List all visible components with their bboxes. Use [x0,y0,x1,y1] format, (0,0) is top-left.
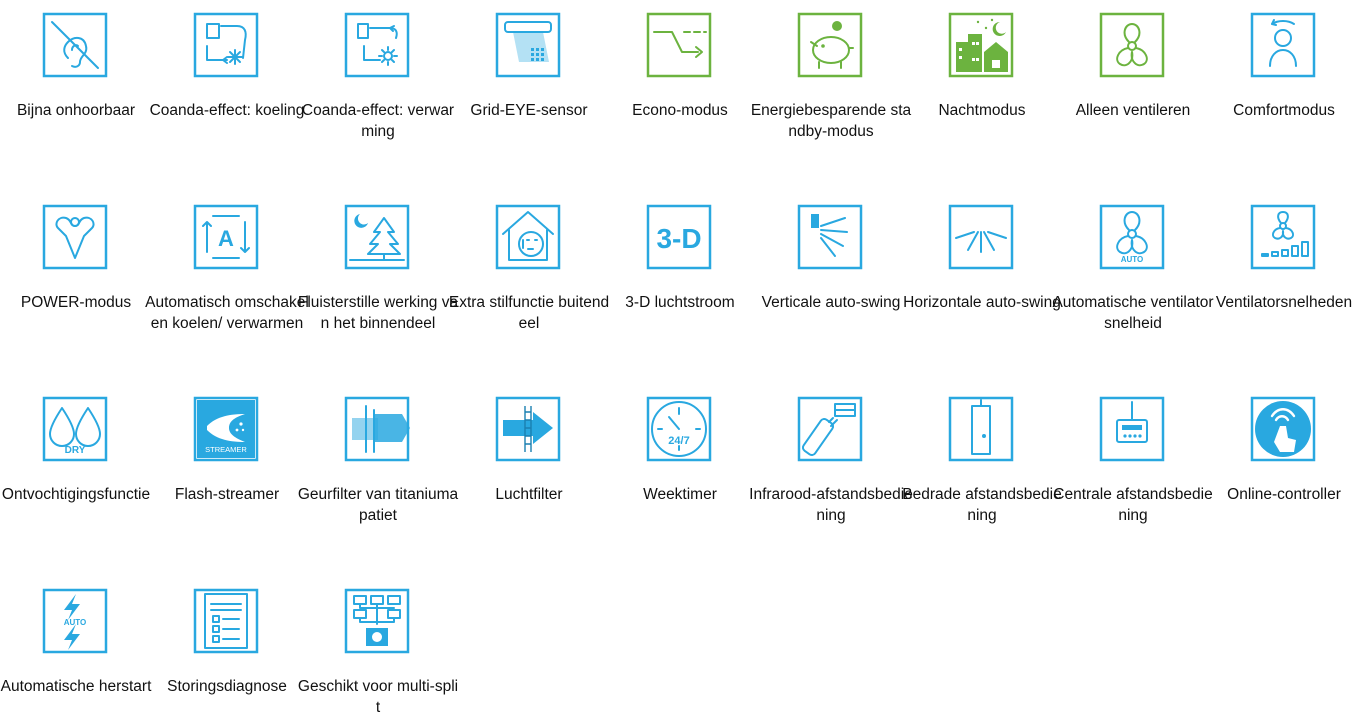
feature-label: Econo-modus [632,102,728,119]
feature-label: Online-controller [1227,486,1341,503]
coanda-heating-icon [344,12,410,78]
wired-remote-icon [948,396,1014,462]
feature-label: Ventilatorsnelheden [1215,294,1353,311]
3d-airflow-icon: 3-D [646,204,712,270]
feature-label: POWER-modus [20,294,132,311]
changeover-badge: A [218,226,234,251]
feature-label: Comfortmodus [1233,102,1335,119]
quiet-house-icon [495,204,561,270]
coanda-cooling-icon [193,12,259,78]
auto-badge: AUTO [64,618,87,627]
streamer-badge: STREAMER [205,445,247,454]
feature-label: Automatisch omschakelen koelen/ verwarme… [145,294,309,332]
feature-label: Storingsdiagnose [167,678,287,695]
night-city-icon [948,12,1014,78]
horizontal-swing-icon [948,204,1014,270]
clock-badge: 24/7 [668,435,689,447]
feature-label: Luchtfilter [495,486,563,503]
diagnosis-list-icon [193,588,259,654]
feature-label: Nachtmodus [938,102,1026,119]
feature-label: Alleen ventileren [1075,102,1191,119]
streamer-icon: STREAMER [193,396,259,462]
feature-label: Geschikt voor multi-split [297,678,459,715]
feature-label: Automatische herstart [0,678,152,695]
dry-drops-icon: DRY [42,396,108,462]
feature-label: Extra stilfunctie buitendeel [448,294,610,332]
quiet-tree-icon [344,204,410,270]
fan-speeds-icon [1250,204,1316,270]
feature-label: Flash-streamer [174,486,280,503]
feature-icon-grid: Bijna onhoorbaar Coanda-effect: koeling Co… [0,0,1360,715]
feature-label: Bijna onhoorbaar [16,102,136,119]
econo-mode-icon [646,12,712,78]
feature-label: Coanda-effect: verwarming [301,102,455,140]
feature-label: Horizontale auto-swing [903,294,1061,311]
feature-label: Centrale afstandsbediening [1053,486,1213,524]
feature-label: Automatische ventilatorsnelheid [1052,294,1214,332]
grid-eye-sensor-icon [495,12,561,78]
multi-split-icon [344,588,410,654]
feature-label: 3-D luchtstroom [625,294,735,311]
feature-label: Infrarood-afstandsbediening [749,486,913,524]
ear-crossed-icon [42,12,108,78]
feature-label: Energiebesparende standby-modus [750,102,912,140]
feature-label: Geurfilter van titaniumapatiet [297,486,459,524]
vertical-swing-icon [797,204,863,270]
feature-label: Fluisterstille werking van het binnendee… [297,294,459,332]
feature-label: Coanda-effect: koeling [149,102,305,119]
central-remote-icon [1099,396,1165,462]
feature-label: Weektimer [643,486,717,503]
fan-icon [1099,12,1165,78]
infrared-remote-icon [797,396,863,462]
online-controller-icon [1250,396,1316,462]
3d-badge: 3-D [656,223,701,254]
auto-restart-icon: AUTO [42,588,108,654]
auto-changeover-icon: A [193,204,259,270]
piggy-bank-icon [797,12,863,78]
feature-label: Verticale auto-swing [761,294,901,311]
power-muscle-icon [42,204,108,270]
feature-label: Grid-EYE-sensor [470,102,588,119]
dry-badge: DRY [65,445,86,456]
comfort-person-icon [1250,12,1316,78]
auto-badge: AUTO [1121,255,1144,264]
fan-auto-icon: AUTO [1099,204,1165,270]
odour-filter-icon [344,396,410,462]
feature-label: Ontvochtigingsfunctie [1,486,151,503]
air-filter-icon [495,396,561,462]
clock-24-7-icon: 24/7 [646,396,712,462]
feature-label: Bedrade afstandsbediening [902,486,1062,524]
